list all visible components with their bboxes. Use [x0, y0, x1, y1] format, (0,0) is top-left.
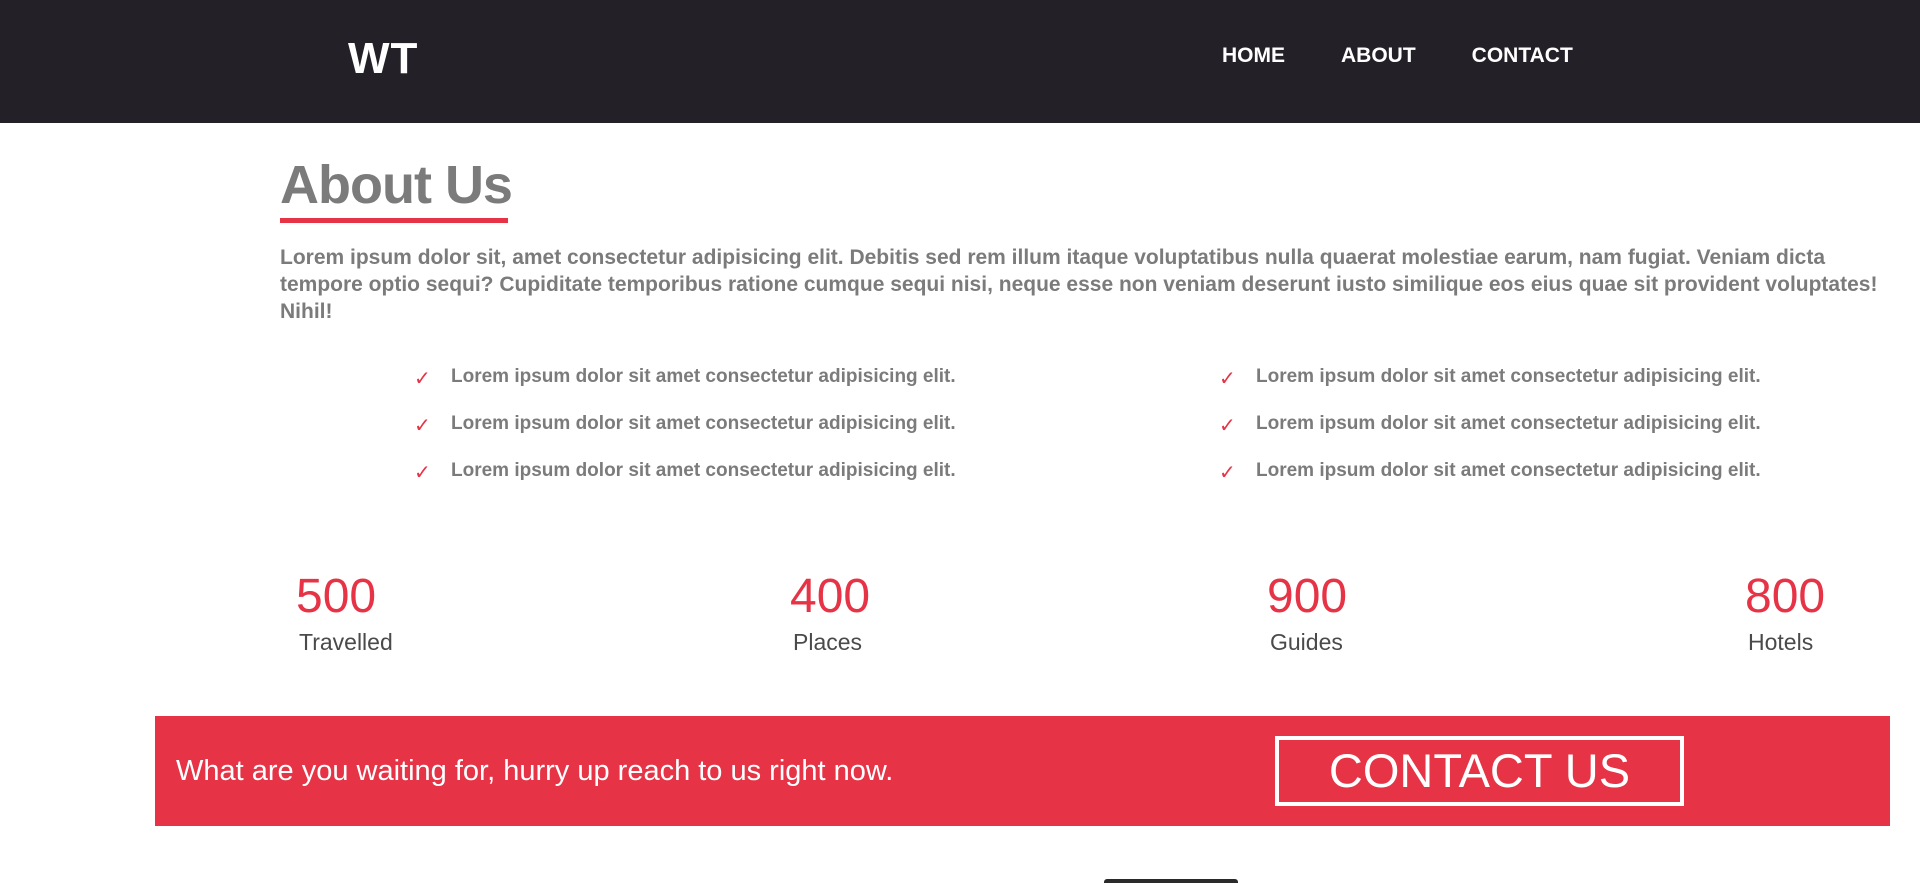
- checkmark-icon: ✓: [1219, 462, 1236, 484]
- stat-label: Guides: [1270, 629, 1343, 655]
- checkmark-icon: ✓: [1219, 415, 1236, 437]
- about-title: About Us: [280, 155, 513, 215]
- cta-banner: What are you waiting for, hurry up reach…: [155, 716, 1890, 826]
- nav-home-link[interactable]: HOME: [1222, 44, 1285, 68]
- list-item: ✓ Lorem ipsum dolor sit amet consectetur …: [1219, 413, 1761, 460]
- list-item-text: Lorem ipsum dolor sit amet consectetur a…: [451, 460, 956, 481]
- list-item: ✓ Lorem ipsum dolor sit amet consectetur …: [1219, 366, 1761, 413]
- site-logo[interactable]: WT: [348, 34, 418, 84]
- checkmark-icon: ✓: [414, 415, 431, 437]
- list-item-text: Lorem ipsum dolor sit amet consectetur a…: [1256, 366, 1761, 387]
- stat-number: 900: [1267, 570, 1348, 623]
- stat-travelled: 500 Travelled: [296, 567, 496, 657]
- checkmark-icon: ✓: [414, 368, 431, 390]
- nav-contact-link[interactable]: CONTACT: [1472, 44, 1573, 68]
- stat-label: Places: [793, 629, 863, 655]
- feature-list-right: ✓ Lorem ipsum dolor sit amet consectetur …: [1219, 366, 1761, 507]
- nav-about-link[interactable]: ABOUT: [1341, 44, 1416, 68]
- stat-number: 800: [1745, 570, 1826, 623]
- bottom-tab-edge: [1104, 879, 1238, 883]
- contact-us-button[interactable]: CONTACT US: [1275, 736, 1684, 806]
- checkmark-icon: ✓: [414, 462, 431, 484]
- list-item: ✓ Lorem ipsum dolor sit amet consectetur …: [414, 460, 956, 507]
- stat-label: Hotels: [1748, 629, 1814, 655]
- title-underline: [280, 218, 508, 223]
- feature-list-left: ✓ Lorem ipsum dolor sit amet consectetur …: [414, 366, 956, 507]
- stat-number: 500: [296, 570, 377, 623]
- stat-label: Travelled: [299, 629, 393, 655]
- stat-number: 400: [790, 570, 871, 623]
- stat-places: 400 Places: [790, 567, 990, 657]
- list-item-text: Lorem ipsum dolor sit amet consectetur a…: [1256, 460, 1761, 481]
- main-nav: HOME ABOUT CONTACT: [1222, 44, 1629, 68]
- list-item-text: Lorem ipsum dolor sit amet consectetur a…: [451, 413, 956, 434]
- about-paragraph: Lorem ipsum dolor sit, amet consectetur …: [280, 246, 1878, 323]
- stat-guides: 900 Guides: [1267, 567, 1467, 657]
- checkmark-icon: ✓: [1219, 368, 1236, 390]
- list-item: ✓ Lorem ipsum dolor sit amet consectetur …: [1219, 460, 1761, 507]
- list-item: ✓ Lorem ipsum dolor sit amet consectetur …: [414, 366, 956, 413]
- list-item-text: Lorem ipsum dolor sit amet consectetur a…: [1256, 413, 1761, 434]
- navbar: WT HOME ABOUT CONTACT: [0, 0, 1920, 123]
- stat-hotels: 800 Hotels: [1745, 567, 1920, 657]
- cta-text: What are you waiting for, hurry up reach…: [176, 755, 894, 787]
- list-item-text: Lorem ipsum dolor sit amet consectetur a…: [451, 366, 956, 387]
- list-item: ✓ Lorem ipsum dolor sit amet consectetur …: [414, 413, 956, 460]
